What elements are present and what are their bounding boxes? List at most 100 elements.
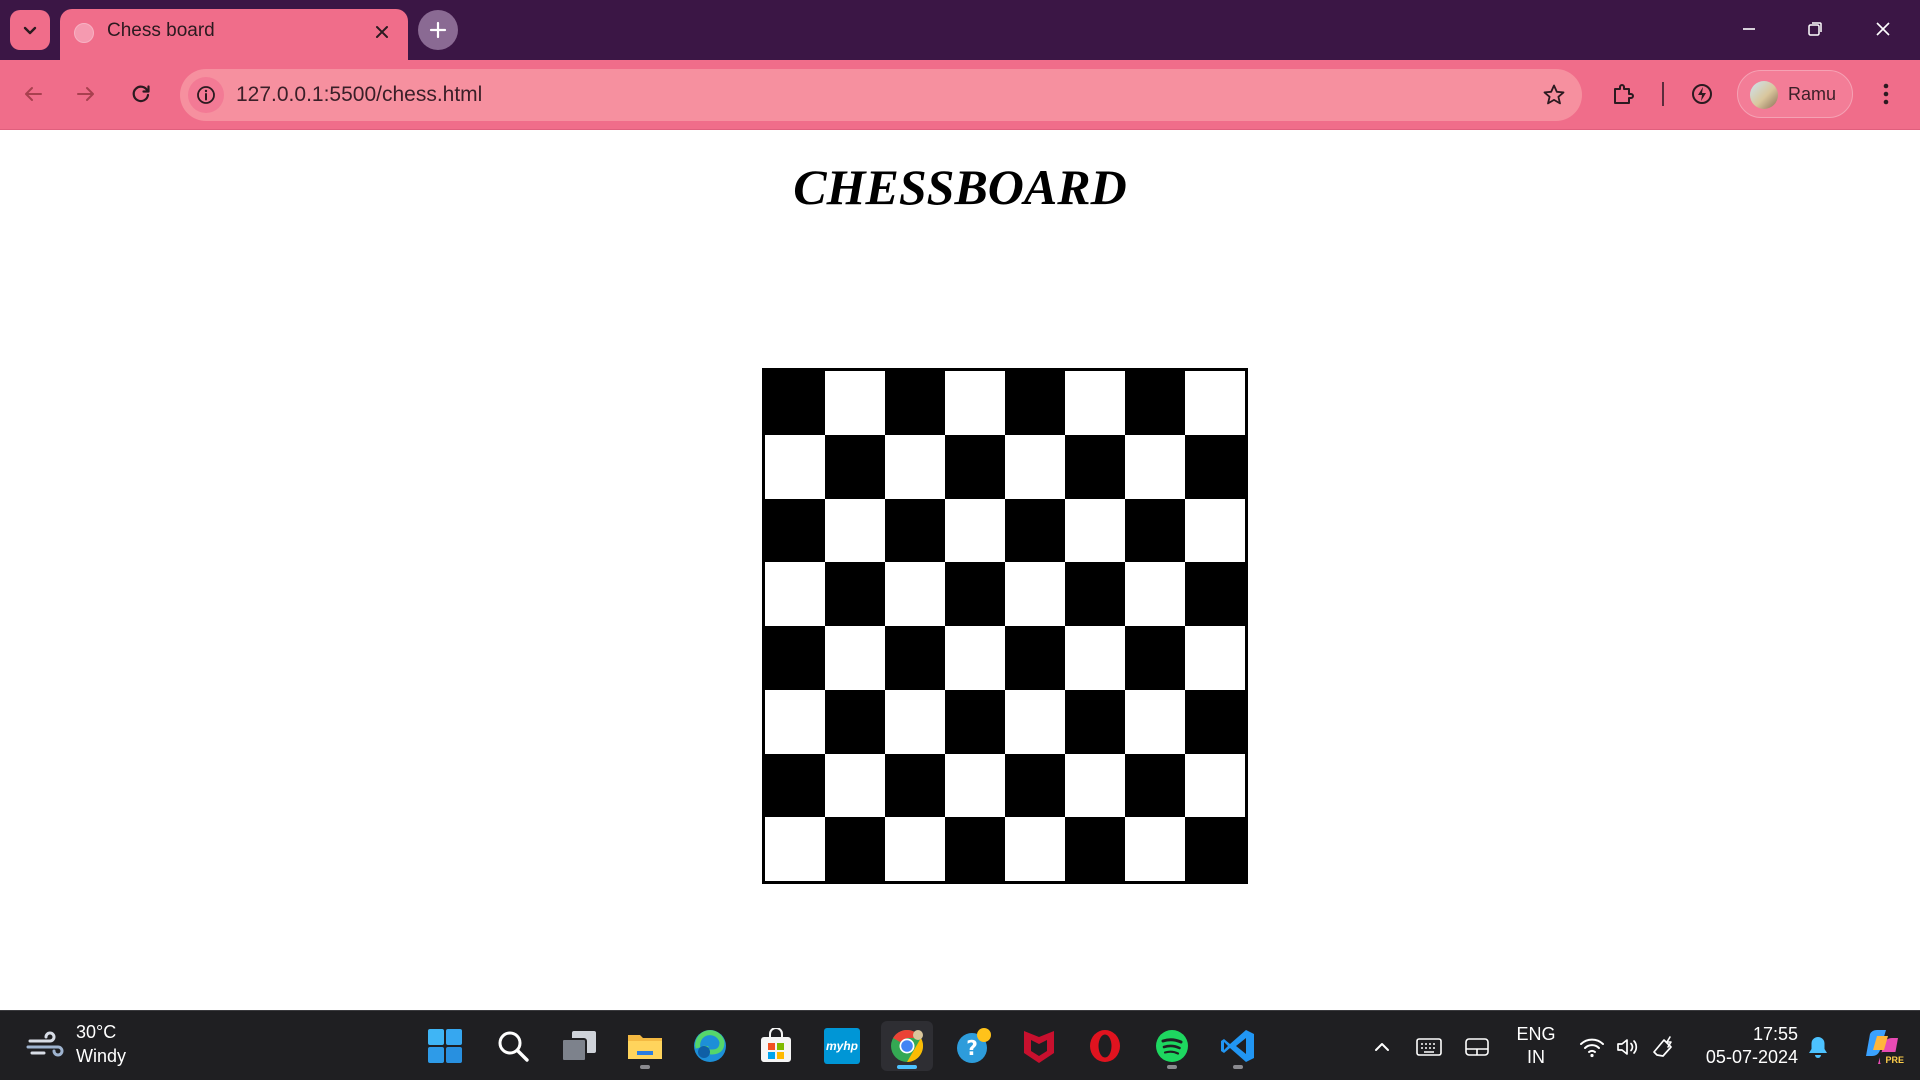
board-square-dark [1065,562,1125,626]
site-info-button[interactable] [188,77,224,113]
battery-status[interactable] [1650,1033,1678,1061]
get-help-button[interactable]: ? [948,1021,1000,1071]
board-square-dark [765,371,825,435]
tab-close-button[interactable] [368,18,396,46]
touch-keyboard-button[interactable] [1415,1033,1443,1061]
board-square-light [1185,626,1245,690]
reload-button[interactable] [121,74,161,114]
back-button[interactable] [13,74,53,114]
microsoft-store-button[interactable] [750,1021,802,1071]
bookmark-button[interactable] [1540,81,1568,109]
board-square-dark [1065,817,1125,881]
board-square-light [1125,817,1185,881]
browser-title-bar: Chess board [0,0,1920,60]
show-hidden-icons-button[interactable] [1368,1033,1396,1061]
performance-button[interactable] [1682,74,1722,114]
board-square-dark [1185,817,1245,881]
vscode-icon [1221,1030,1254,1062]
board-square-light [765,562,825,626]
edge-button[interactable] [684,1021,736,1071]
minimize-button[interactable] [1718,0,1780,58]
volume-status[interactable] [1614,1033,1642,1061]
board-square-light [1005,689,1065,754]
touchpad-icon [1465,1038,1489,1056]
board-square-light [825,371,885,435]
chevron-up-icon [1375,1043,1389,1051]
battery-charging-icon [1653,1036,1672,1057]
board-square-dark [885,753,945,818]
start-button[interactable] [419,1021,471,1071]
tab-chess-board[interactable]: Chess board [60,9,408,60]
board-square-light [1185,498,1245,563]
board-square-light [945,626,1005,690]
board-square-light [1125,434,1185,499]
myhp-button[interactable]: myhp [816,1021,868,1071]
touchpad-button[interactable] [1463,1033,1491,1061]
board-square-dark [885,498,945,563]
mcafee-button[interactable] [1013,1021,1065,1071]
avatar [1750,81,1778,109]
reload-icon [132,85,150,103]
help-icon: ? [957,1028,991,1063]
board-square-dark [765,498,825,563]
board-square-dark [1125,498,1185,563]
forward-button[interactable] [66,74,106,114]
wifi-icon [1580,1038,1604,1058]
opera-icon [1090,1030,1120,1062]
running-indicator [1167,1065,1177,1069]
url-text[interactable]: 127.0.0.1:5500/chess.html [236,83,482,107]
info-icon [197,86,215,104]
opera-button[interactable] [1079,1021,1131,1071]
clock[interactable]: 17:55 05-07-2024 [1688,1023,1798,1069]
edge-icon [694,1030,726,1062]
board-square-light [1125,689,1185,754]
board-square-light [1065,498,1125,563]
page-title: CHESSBOARD [793,159,1127,215]
extensions-button[interactable] [1603,74,1643,114]
myhp-label: myhp [825,1039,858,1053]
speaker-icon [1617,1039,1638,1055]
more-vertical-icon [1883,83,1889,105]
svg-text:?: ? [966,1036,978,1060]
running-indicator [1233,1065,1243,1069]
browser-menu-button[interactable] [1866,74,1906,114]
clock-date: 05-07-2024 [1705,1047,1798,1067]
tab-search-button[interactable] [10,10,50,50]
task-view-button[interactable] [553,1021,605,1071]
board-square-dark [1005,371,1065,435]
windows-taskbar: 30°C Windy myhp ? ENG IN 17:55 05-07-202… [0,1010,1920,1080]
copilot-button[interactable]: PRE [1860,1027,1904,1067]
close-icon [1876,22,1890,36]
board-square-dark [1185,562,1245,626]
chrome-button[interactable] [881,1021,933,1071]
board-square-light [885,562,945,626]
weather-description: Windy [76,1046,127,1066]
profile-button[interactable]: Ramu [1737,70,1853,118]
board-square-light [1185,753,1245,818]
weather-temperature: 30°C [76,1022,117,1042]
microsoft-store-icon [761,1028,791,1062]
plus-icon [429,21,447,39]
board-square-dark [1005,753,1065,818]
board-square-light [1125,562,1185,626]
file-explorer-button[interactable] [619,1021,671,1071]
board-square-light [1065,371,1125,435]
board-square-dark [1125,753,1185,818]
restore-button[interactable] [1784,0,1846,58]
address-bar[interactable]: 127.0.0.1:5500/chess.html [180,69,1582,121]
board-square-light [765,434,825,499]
performance-icon [1692,84,1712,104]
board-square-light [885,689,945,754]
board-square-dark [945,434,1005,499]
vscode-button[interactable] [1212,1021,1264,1071]
board-square-light [1065,626,1125,690]
close-window-button[interactable] [1852,0,1914,58]
spotify-button[interactable] [1146,1021,1198,1071]
search-button[interactable] [487,1021,539,1071]
notifications-button[interactable] [1804,1033,1832,1061]
star-icon [1543,84,1565,105]
input-language-indicator[interactable]: ENG IN [1516,1023,1556,1069]
new-tab-button[interactable] [418,10,458,50]
wifi-status[interactable] [1578,1033,1606,1061]
board-square-dark [1125,371,1185,435]
